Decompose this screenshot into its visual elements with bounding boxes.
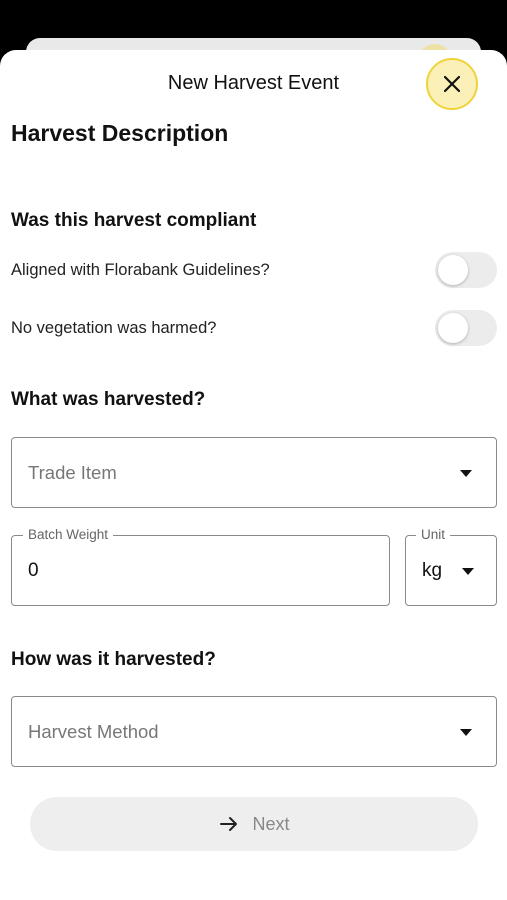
method-heading: How was it harvested? bbox=[11, 649, 216, 670]
no-vegetation-harmed-label: No vegetation was harmed? bbox=[11, 319, 217, 337]
batch-weight-field[interactable]: Batch Weight 0 bbox=[11, 527, 390, 606]
arrow-right-icon bbox=[220, 817, 238, 831]
chevron-down-icon bbox=[460, 469, 472, 477]
section-title: Harvest Description bbox=[11, 120, 229, 146]
unit-label: Unit bbox=[416, 527, 451, 542]
florabank-guidelines-toggle[interactable] bbox=[435, 252, 497, 288]
batch-weight-value: 0 bbox=[28, 559, 39, 581]
florabank-guidelines-label: Aligned with Florabank Guidelines? bbox=[11, 261, 270, 279]
toggle-knob bbox=[438, 255, 468, 285]
bottom-sheet: New Harvest Event Harvest Description Wa… bbox=[0, 50, 507, 900]
harvested-heading: What was harvested? bbox=[11, 389, 206, 410]
close-button[interactable] bbox=[426, 58, 478, 110]
close-icon bbox=[443, 75, 461, 93]
unit-value: kg bbox=[422, 559, 443, 581]
harvest-method-placeholder: Harvest Method bbox=[28, 720, 159, 742]
next-button[interactable]: Next bbox=[30, 797, 478, 851]
no-vegetation-harmed-toggle[interactable] bbox=[435, 310, 497, 346]
trade-item-select[interactable]: Trade Item bbox=[11, 437, 497, 508]
toggle-knob bbox=[438, 313, 468, 343]
next-label: Next bbox=[252, 813, 290, 834]
batch-weight-label: Batch Weight bbox=[23, 527, 114, 542]
trade-item-placeholder: Trade Item bbox=[28, 461, 117, 483]
unit-select[interactable]: Unit kg bbox=[405, 527, 497, 606]
compliance-heading: Was this harvest compliant bbox=[11, 210, 257, 231]
chevron-down-icon bbox=[460, 728, 472, 736]
chevron-down-icon bbox=[462, 567, 474, 575]
harvest-method-select[interactable]: Harvest Method bbox=[11, 696, 497, 767]
